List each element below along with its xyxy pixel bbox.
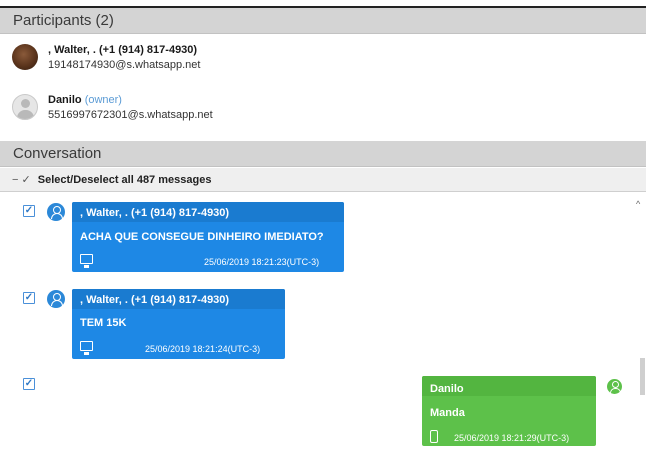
desktop-icon (80, 254, 93, 268)
message-checkbox[interactable]: ✓ (23, 378, 35, 390)
participants-header: Participants (2) (0, 8, 646, 34)
message-bubble-incoming[interactable]: , Walter, . (+1 (914) 817-4930) TEM 15K … (72, 289, 285, 359)
select-all-label[interactable]: Select/Deselect all 487 messages (38, 174, 212, 186)
select-all-bar[interactable]: − ✓ Select/Deselect all 487 messages (0, 168, 646, 192)
message-text: ACHA QUE CONSEGUE DINHEIRO IMEDIATO? (80, 231, 324, 243)
conversation-header: Conversation (0, 141, 646, 167)
message-text: TEM 15K (80, 317, 127, 329)
message-sender: , Walter, . (+1 (914) 817-4930) (80, 294, 230, 306)
message-bubble-outgoing[interactable]: Danilo Manda 25/06/2019 18:21:29(UTC-3) (422, 376, 596, 446)
participant-jid: 5516997672301@s.whatsapp.net (48, 109, 213, 121)
message-checkbox[interactable]: ✓ (23, 292, 35, 304)
message-sender: , Walter, . (+1 (914) 817-4930) (80, 207, 230, 219)
owner-contact-icon (606, 378, 623, 395)
conversation-title: Conversation (13, 145, 102, 162)
owner-badge: (owner) (84, 94, 122, 106)
message-bubble-incoming[interactable]: , Walter, . (+1 (914) 817-4930) ACHA QUE… (72, 202, 344, 272)
desktop-icon (80, 341, 93, 355)
participants-title: Participants (2) (13, 12, 114, 29)
select-toggle-icon[interactable]: − ✓ (12, 174, 31, 186)
participant-name: , Walter, . (+1 (914) 817-4930) (48, 44, 198, 56)
message-sender: Danilo (430, 383, 464, 395)
contact-icon (47, 203, 65, 221)
phone-icon (430, 430, 438, 443)
participant-jid: 19148174930@s.whatsapp.net (48, 59, 201, 71)
contact-icon (47, 290, 65, 308)
message-timestamp: 25/06/2019 18:21:29(UTC-3) (454, 433, 570, 443)
scroll-up-arrow-icon[interactable]: ^ (636, 200, 640, 209)
default-avatar-icon (12, 94, 38, 120)
message-timestamp: 25/06/2019 18:21:24(UTC-3) (145, 344, 261, 354)
conversation-messages[interactable]: ^ ✓ , Walter, . (+1 (914) 817-4930) ACHA… (0, 193, 646, 450)
message-checkbox[interactable]: ✓ (23, 205, 35, 217)
participant-name: Danilo (48, 94, 82, 106)
participant-photo-avatar (12, 44, 38, 70)
message-text: Manda (430, 407, 465, 419)
message-timestamp: 25/06/2019 18:21:23(UTC-3) (204, 257, 320, 267)
scrollbar-thumb[interactable] (640, 358, 645, 395)
